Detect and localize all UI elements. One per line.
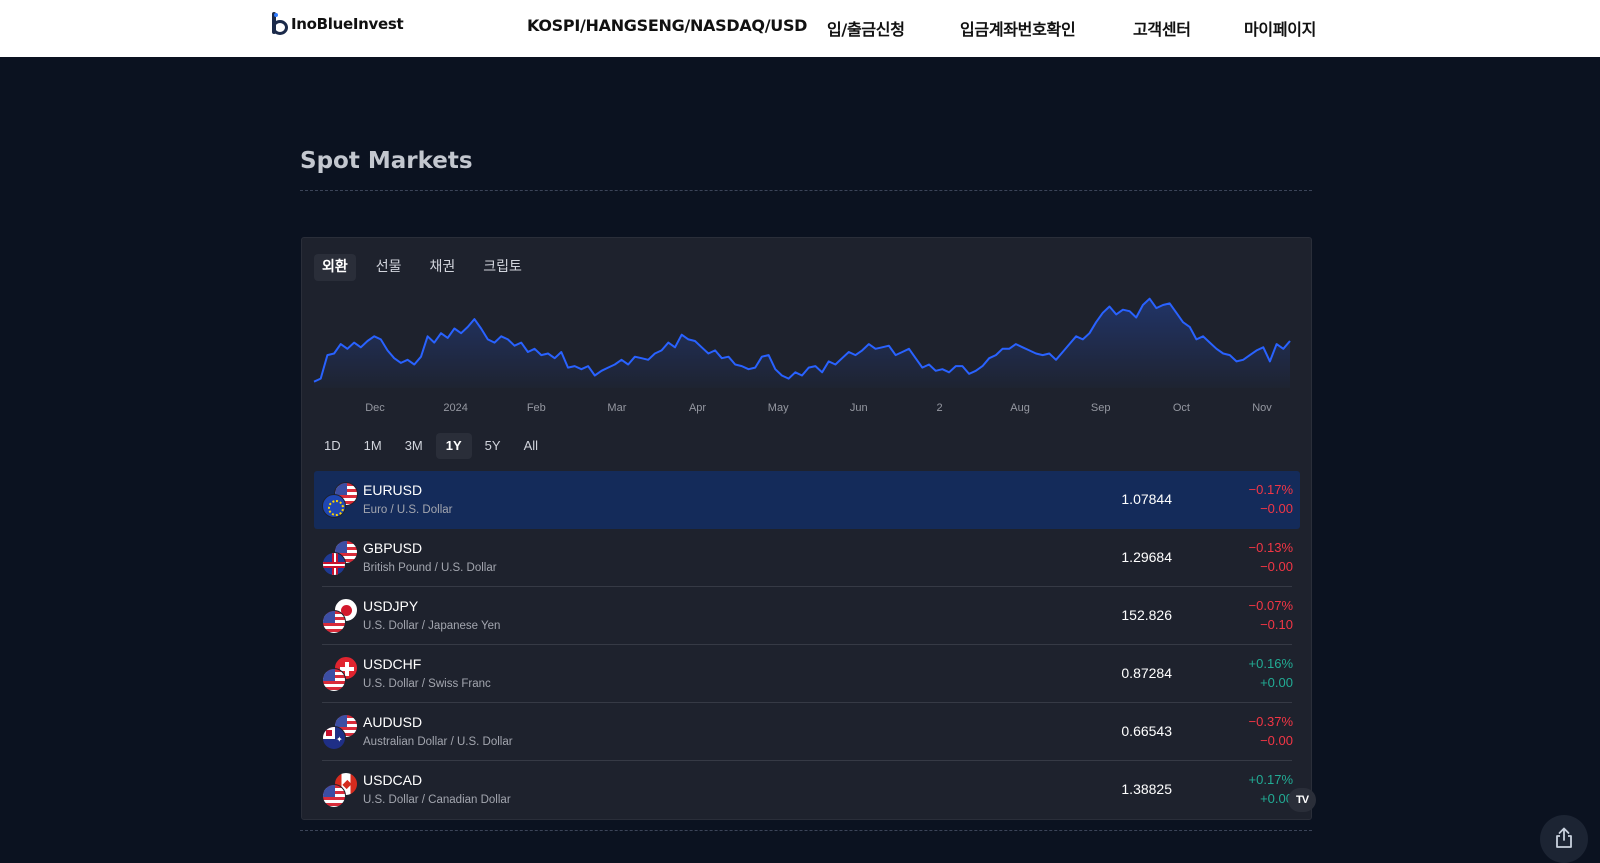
range-3m[interactable]: 3M (395, 433, 433, 459)
range-1y[interactable]: 1Y (435, 433, 472, 459)
symbol-ticker: GBPUSD (363, 540, 423, 556)
range-5y[interactable]: 5Y (475, 433, 511, 459)
symbol-change-value: −0.00 (1260, 733, 1293, 748)
pair-flags (322, 656, 358, 692)
symbol-change-percent: +0.17% (1248, 772, 1293, 787)
x-axis-tick-label: Aug (1010, 402, 1030, 414)
brand-logo[interactable]: InoBlueInvest (270, 12, 404, 36)
symbol-row-usdcad[interactable]: USDCAD U.S. Dollar / Canadian Dollar 1.3… (314, 761, 1300, 819)
x-axis-tick-label: Jun (850, 402, 868, 414)
symbol-change-percent: +0.16% (1248, 656, 1293, 671)
symbol-change-percent: −0.07% (1248, 598, 1293, 613)
symbol-price: 0.87284 (1121, 665, 1172, 681)
symbol-row-usdjpy[interactable]: USDJPY U.S. Dollar / Japanese Yen 152.82… (314, 587, 1300, 645)
share-icon (1556, 827, 1572, 848)
x-axis-tick-label: Feb (527, 402, 546, 414)
symbol-ticker: USDCAD (363, 772, 423, 788)
symbol-ticker: USDJPY (363, 598, 419, 614)
x-axis-tick-label: Mar (607, 402, 626, 414)
symbol-list: EURUSD Euro / U.S. Dollar 1.07844 −0.17%… (314, 471, 1300, 819)
top-navigation-bar: InoBlueInvest KOSPI/HANGSENG/NASDAQ/USD … (0, 0, 1600, 57)
symbol-description: Australian Dollar / U.S. Dollar (363, 736, 513, 748)
range-1m[interactable]: 1M (354, 433, 392, 459)
symbol-row-gbpusd[interactable]: GBPUSD British Pound / U.S. Dollar 1.296… (314, 529, 1300, 587)
pair-flags (322, 714, 358, 750)
logo-icon (270, 12, 290, 36)
symbol-price: 1.07844 (1121, 491, 1172, 507)
x-axis-tick-label: May (768, 402, 789, 414)
tab-crypto[interactable]: 크립토 (475, 254, 530, 281)
tab-forex[interactable]: 외환 (314, 254, 356, 281)
x-axis-tick-label: Sep (1091, 402, 1111, 414)
symbol-change-value: +0.00 (1260, 675, 1293, 690)
symbol-description: U.S. Dollar / Japanese Yen (363, 620, 501, 632)
us-flag-icon (322, 668, 346, 692)
us-flag-icon (322, 610, 346, 634)
section-divider-top (300, 190, 1312, 191)
symbol-row-audusd[interactable]: AUDUSD Australian Dollar / U.S. Dollar 0… (314, 703, 1300, 761)
section-divider-bottom (300, 830, 1312, 831)
x-axis-tick-label: 2 (936, 402, 942, 414)
share-button[interactable] (1540, 815, 1588, 863)
pair-flags (322, 598, 358, 634)
x-axis-tick-label: Oct (1173, 402, 1190, 414)
symbol-change-value: −0.10 (1260, 617, 1293, 632)
au-flag-icon (322, 726, 346, 750)
x-axis-tick-label: Nov (1252, 402, 1272, 414)
market-tabs: 외환 선물 채권 크립토 (314, 254, 542, 281)
symbol-change-percent: −0.17% (1248, 482, 1293, 497)
gb-flag-icon (322, 552, 346, 576)
pair-flags (322, 540, 358, 576)
eu-flag-icon (322, 494, 346, 518)
symbol-change-value: −0.00 (1260, 501, 1293, 516)
symbol-description: Euro / U.S. Dollar (363, 504, 453, 516)
symbol-price: 0.66543 (1121, 723, 1172, 739)
symbol-ticker: AUDUSD (363, 714, 423, 730)
us-flag-icon (322, 784, 346, 808)
pair-flags (322, 482, 358, 518)
symbol-ticker: USDCHF (363, 656, 422, 672)
x-axis-tick-label: 2024 (443, 402, 467, 414)
brand-name: InoBlueInvest (291, 15, 404, 33)
market-overview-widget: 외환 선물 채권 크립토 Dec 2024 Feb Mar Apr May Jun 2 Aug S… (301, 237, 1312, 820)
tab-futures[interactable]: 선물 (368, 254, 410, 281)
section-title: Spot Markets (300, 148, 473, 174)
symbol-row-usdchf[interactable]: USDCHF U.S. Dollar / Swiss Franc 0.87284… (314, 645, 1300, 703)
symbol-ticker: EURUSD (363, 482, 423, 498)
symbol-price: 1.29684 (1121, 549, 1172, 565)
nav-item-deposit-account[interactable]: 입금계좌번호확인 (960, 16, 1076, 40)
symbol-description: U.S. Dollar / Canadian Dollar (363, 794, 511, 806)
nav-item-market-indices[interactable]: KOSPI/HANGSENG/NASDAQ/USD (527, 16, 807, 40)
symbol-change-percent: −0.13% (1248, 540, 1293, 555)
symbol-row-eurusd[interactable]: EURUSD Euro / U.S. Dollar 1.07844 −0.17%… (314, 471, 1300, 529)
nav-item-mypage[interactable]: 마이페이지 (1244, 16, 1316, 40)
time-range-selector: 1D 1M 3M 1Y 5Y All (314, 433, 551, 459)
symbol-description: British Pound / U.S. Dollar (363, 562, 497, 574)
symbol-price: 152.826 (1121, 607, 1172, 623)
symbol-price: 1.38825 (1121, 781, 1172, 797)
nav-item-deposit-withdraw[interactable]: 입/출금신청 (827, 16, 905, 40)
symbol-change-value: −0.00 (1260, 559, 1293, 574)
tab-bonds[interactable]: 채권 (422, 254, 464, 281)
x-axis-tick-label: Apr (689, 402, 706, 414)
range-all[interactable]: All (514, 433, 548, 459)
range-1d[interactable]: 1D (314, 433, 351, 459)
symbol-description: U.S. Dollar / Swiss Franc (363, 678, 491, 690)
price-area-chart[interactable]: Dec 2024 Feb Mar Apr May Jun 2 Aug Sep Oct Nov (312, 288, 1292, 418)
symbol-change-percent: −0.37% (1248, 714, 1293, 729)
tradingview-logo-icon[interactable]: TV (1288, 788, 1316, 812)
x-axis-tick-label: Dec (365, 402, 385, 414)
pair-flags (322, 772, 358, 808)
nav-item-customer-center[interactable]: 고객센터 (1133, 16, 1191, 40)
